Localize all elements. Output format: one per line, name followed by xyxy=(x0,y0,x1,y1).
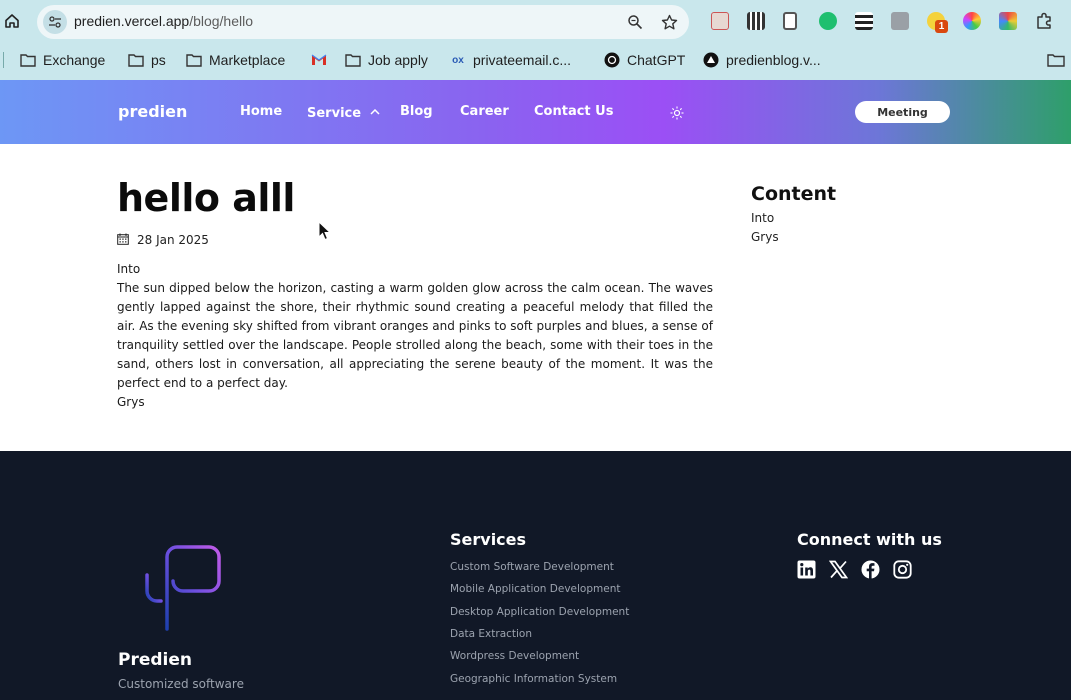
gmail-icon xyxy=(311,52,327,68)
bookmarks-bar: Exchange ps Marketplace Job apply ox pri… xyxy=(0,44,1071,74)
bookmark-label: ChatGPT xyxy=(627,52,686,68)
site-footer: Predien Customized software Services Cus… xyxy=(0,451,1071,700)
service-link[interactable]: Mobile Application Development xyxy=(450,583,620,595)
mouse-cursor-icon xyxy=(318,220,332,241)
folder-icon xyxy=(186,52,202,68)
url-bar[interactable]: predien.vercel.app/blog/hello xyxy=(37,5,689,39)
post-paragraph: The sun dipped below the horizon, castin… xyxy=(117,281,713,390)
footer-tagline: Customized software xyxy=(118,677,244,691)
service-link[interactable]: Data Extraction xyxy=(450,628,532,640)
calendar-icon xyxy=(117,233,129,248)
extension-slides-icon[interactable] xyxy=(711,12,729,30)
bookmark-label: Job apply xyxy=(368,52,428,68)
post-date: 28 Jan 2025 xyxy=(117,232,209,248)
bookmark-label: Marketplace xyxy=(209,52,286,68)
post-body: Into The sun dipped below the horizon, c… xyxy=(117,260,713,412)
nav-service-label: Service xyxy=(307,106,362,121)
nav-career[interactable]: Career xyxy=(460,104,509,119)
service-link[interactable]: Geographic Information System xyxy=(450,673,617,685)
home-icon[interactable] xyxy=(2,10,22,32)
meeting-button[interactable]: Meeting xyxy=(855,101,950,123)
bookmark-label: ps xyxy=(151,52,166,68)
chatgpt-icon xyxy=(604,52,620,68)
folder-icon xyxy=(345,52,361,68)
extension-avatar-icon[interactable] xyxy=(891,12,909,30)
chevron-up-icon xyxy=(370,104,380,119)
bookmark-label: privateemail.c... xyxy=(473,52,572,68)
toc-title: Content xyxy=(751,183,837,205)
extension-refresh-icon[interactable] xyxy=(819,12,837,30)
site-brand[interactable]: predien xyxy=(118,102,187,121)
bookmark-marketplace[interactable]: Marketplace xyxy=(186,50,285,70)
toc-item-into[interactable]: Into xyxy=(751,209,951,228)
site-navbar: predien Home Service Blog Career Contact… xyxy=(0,80,1071,144)
extension-qr-scanner-icon[interactable] xyxy=(855,12,873,30)
nav-blog[interactable]: Blog xyxy=(400,104,433,119)
vercel-icon xyxy=(703,52,719,68)
x-icon[interactable] xyxy=(828,560,849,579)
section-heading-grys: Grys xyxy=(117,395,145,409)
extension-color-icon[interactable] xyxy=(963,12,981,30)
extension-badge: 1 xyxy=(935,20,948,33)
url-path: /blog/hello xyxy=(189,13,254,29)
address-row: predien.vercel.app/blog/hello 1 xyxy=(0,0,1071,44)
service-link[interactable]: Custom Software Development xyxy=(450,561,614,573)
bookmarks-divider xyxy=(3,52,4,68)
bookmark-job-apply[interactable]: Job apply xyxy=(345,50,428,70)
bookmark-label: predienblog.v... xyxy=(726,52,821,68)
post-title: hello alll xyxy=(117,176,295,220)
service-link[interactable]: Wordpress Development xyxy=(450,650,579,662)
extension-clipboard-icon[interactable] xyxy=(783,12,797,30)
zoom-icon[interactable] xyxy=(625,12,645,32)
facebook-icon[interactable] xyxy=(861,560,880,579)
extension-bulb-icon[interactable]: 1 xyxy=(927,12,948,33)
privateemail-icon: ox xyxy=(452,54,464,66)
table-of-contents: Content Into Grys xyxy=(751,183,951,247)
post-date-text: 28 Jan 2025 xyxy=(137,233,209,247)
url-text[interactable]: predien.vercel.app/blog/hello xyxy=(74,13,253,29)
service-link[interactable]: Desktop Application Development xyxy=(450,606,629,618)
nav-contact-us[interactable]: Contact Us xyxy=(534,104,613,119)
linkedin-icon[interactable] xyxy=(797,560,816,579)
bookmark-star-icon[interactable] xyxy=(659,12,679,32)
folder-icon xyxy=(128,52,144,68)
extension-tools-icon[interactable] xyxy=(999,12,1017,30)
footer-connect-title: Connect with us xyxy=(797,530,942,549)
folder-icon xyxy=(20,52,36,68)
bookmark-label: Exchange xyxy=(43,52,106,68)
bookmark-ps[interactable]: ps xyxy=(128,50,166,70)
nav-service[interactable]: Service xyxy=(307,104,380,121)
site-info-icon[interactable] xyxy=(43,10,67,34)
extensions-puzzle-icon[interactable] xyxy=(1034,11,1054,31)
footer-services-title: Services xyxy=(450,530,527,549)
toc-item-grys[interactable]: Grys xyxy=(751,228,951,247)
bookmark-privateemail[interactable]: ox privateemail.c... xyxy=(450,50,571,70)
footer-brand: Predien xyxy=(118,650,193,670)
section-heading-into: Into xyxy=(117,262,141,276)
sun-icon[interactable] xyxy=(670,105,684,120)
predien-logo-icon xyxy=(143,545,223,631)
other-bookmarks-folder-icon[interactable] xyxy=(1047,52,1065,67)
browser-chrome: predien.vercel.app/blog/hello 1 Exchange xyxy=(0,0,1071,80)
instagram-icon[interactable] xyxy=(893,560,912,579)
bookmark-exchange[interactable]: Exchange xyxy=(20,50,105,70)
bookmark-chatgpt[interactable]: ChatGPT xyxy=(604,50,685,70)
bookmark-gmail[interactable] xyxy=(311,50,327,70)
extension-qr-icon[interactable] xyxy=(747,12,765,30)
url-host: predien.vercel.app xyxy=(74,13,190,29)
nav-home[interactable]: Home xyxy=(240,104,282,119)
bookmark-predienblog[interactable]: predienblog.v... xyxy=(703,50,821,70)
